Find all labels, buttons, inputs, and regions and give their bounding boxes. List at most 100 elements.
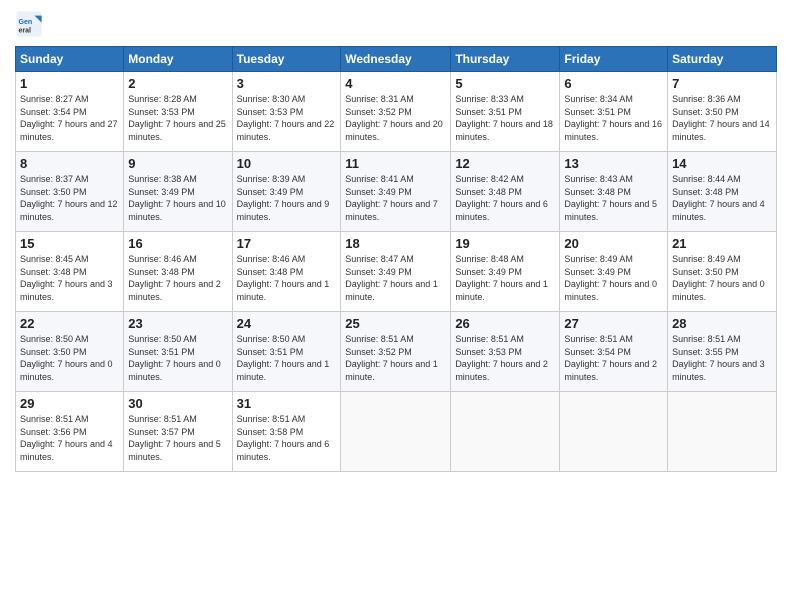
day-cell-16: 16 Sunrise: 8:46 AMSunset: 3:48 PMDayligh…: [124, 232, 232, 312]
day-cell-10: 10 Sunrise: 8:39 AMSunset: 3:49 PMDayligh…: [232, 152, 341, 232]
day-number: 8: [20, 156, 119, 171]
day-info: Sunrise: 8:51 AMSunset: 3:54 PMDaylight:…: [564, 333, 663, 383]
weekday-wednesday: Wednesday: [341, 47, 451, 72]
day-cell-14: 14 Sunrise: 8:44 AMSunset: 3:48 PMDayligh…: [668, 152, 777, 232]
week-row-1: 1Sunrise: 8:27 AMSunset: 3:54 PMDaylight…: [16, 72, 777, 152]
day-info: Sunrise: 8:45 AMSunset: 3:48 PMDaylight:…: [20, 253, 119, 303]
day-info: Sunrise: 8:49 AMSunset: 3:50 PMDaylight:…: [672, 253, 772, 303]
day-number: 4: [345, 76, 446, 91]
day-info: Sunrise: 8:49 AMSunset: 3:49 PMDaylight:…: [564, 253, 663, 303]
day-number: 21: [672, 236, 772, 251]
day-info: Sunrise: 8:43 AMSunset: 3:48 PMDaylight:…: [564, 173, 663, 223]
day-info: Sunrise: 8:47 AMSunset: 3:49 PMDaylight:…: [345, 253, 446, 303]
day-info: Sunrise: 8:48 AMSunset: 3:49 PMDaylight:…: [455, 253, 555, 303]
day-number: 7: [672, 76, 772, 91]
day-cell-2: 2 Sunrise: 8:28 AMSunset: 3:53 PMDaylight…: [124, 72, 232, 152]
day-cell-26: 26 Sunrise: 8:51 AMSunset: 3:53 PMDayligh…: [451, 312, 560, 392]
day-number: 22: [20, 316, 119, 331]
day-cell-1: 1Sunrise: 8:27 AMSunset: 3:54 PMDaylight…: [16, 72, 124, 152]
day-info: Sunrise: 8:33 AMSunset: 3:51 PMDaylight:…: [455, 93, 555, 143]
day-number: 16: [128, 236, 227, 251]
logo: Gen eral: [15, 10, 47, 38]
day-info: Sunrise: 8:50 AMSunset: 3:51 PMDaylight:…: [128, 333, 227, 383]
day-number: 26: [455, 316, 555, 331]
day-cell-5: 5Sunrise: 8:33 AMSunset: 3:51 PMDaylight…: [451, 72, 560, 152]
day-cell-30: 30 Sunrise: 8:51 AMSunset: 3:57 PMDayligh…: [124, 392, 232, 472]
day-cell-3: 3 Sunrise: 8:30 AMSunset: 3:53 PMDaylight…: [232, 72, 341, 152]
weekday-monday: Monday: [124, 47, 232, 72]
day-cell-22: 22 Sunrise: 8:50 AMSunset: 3:50 PMDayligh…: [16, 312, 124, 392]
day-cell-20: 20 Sunrise: 8:49 AMSunset: 3:49 PMDayligh…: [560, 232, 668, 312]
calendar-table: SundayMondayTuesdayWednesdayThursdayFrid…: [15, 46, 777, 472]
day-info: Sunrise: 8:51 AMSunset: 3:55 PMDaylight:…: [672, 333, 772, 383]
weekday-sunday: Sunday: [16, 47, 124, 72]
day-info: Sunrise: 8:51 AMSunset: 3:57 PMDaylight:…: [128, 413, 227, 463]
day-cell-21: 21 Sunrise: 8:49 AMSunset: 3:50 PMDayligh…: [668, 232, 777, 312]
day-cell-6: 6 Sunrise: 8:34 AMSunset: 3:51 PMDaylight…: [560, 72, 668, 152]
weekday-friday: Friday: [560, 47, 668, 72]
day-cell-31: 31 Sunrise: 8:51 AMSunset: 3:58 PMDayligh…: [232, 392, 341, 472]
day-info: Sunrise: 8:46 AMSunset: 3:48 PMDaylight:…: [128, 253, 227, 303]
weekday-saturday: Saturday: [668, 47, 777, 72]
day-number: 29: [20, 396, 119, 411]
day-info: Sunrise: 8:50 AMSunset: 3:51 PMDaylight:…: [237, 333, 337, 383]
day-cell-25: 25 Sunrise: 8:51 AMSunset: 3:52 PMDayligh…: [341, 312, 451, 392]
weekday-tuesday: Tuesday: [232, 47, 341, 72]
empty-cell: [668, 392, 777, 472]
day-cell-17: 17 Sunrise: 8:46 AMSunset: 3:48 PMDayligh…: [232, 232, 341, 312]
day-number: 24: [237, 316, 337, 331]
week-row-2: 8Sunrise: 8:37 AMSunset: 3:50 PMDaylight…: [16, 152, 777, 232]
day-info: Sunrise: 8:46 AMSunset: 3:48 PMDaylight:…: [237, 253, 337, 303]
weekday-header-row: SundayMondayTuesdayWednesdayThursdayFrid…: [16, 47, 777, 72]
day-number: 11: [345, 156, 446, 171]
day-info: Sunrise: 8:50 AMSunset: 3:50 PMDaylight:…: [20, 333, 119, 383]
day-cell-12: 12Sunrise: 8:42 AMSunset: 3:48 PMDayligh…: [451, 152, 560, 232]
day-number: 31: [237, 396, 337, 411]
day-cell-23: 23Sunrise: 8:50 AMSunset: 3:51 PMDayligh…: [124, 312, 232, 392]
day-info: Sunrise: 8:44 AMSunset: 3:48 PMDaylight:…: [672, 173, 772, 223]
day-info: Sunrise: 8:51 AMSunset: 3:52 PMDaylight:…: [345, 333, 446, 383]
empty-cell: [341, 392, 451, 472]
day-number: 14: [672, 156, 772, 171]
empty-cell: [451, 392, 560, 472]
week-row-4: 22 Sunrise: 8:50 AMSunset: 3:50 PMDayligh…: [16, 312, 777, 392]
day-cell-15: 15 Sunrise: 8:45 AMSunset: 3:48 PMDayligh…: [16, 232, 124, 312]
day-number: 9: [128, 156, 227, 171]
day-info: Sunrise: 8:38 AMSunset: 3:49 PMDaylight:…: [128, 173, 227, 223]
day-number: 6: [564, 76, 663, 91]
day-number: 25: [345, 316, 446, 331]
day-number: 3: [237, 76, 337, 91]
day-cell-8: 8Sunrise: 8:37 AMSunset: 3:50 PMDaylight…: [16, 152, 124, 232]
day-number: 12: [455, 156, 555, 171]
day-info: Sunrise: 8:31 AMSunset: 3:52 PMDaylight:…: [345, 93, 446, 143]
day-number: 30: [128, 396, 227, 411]
day-info: Sunrise: 8:30 AMSunset: 3:53 PMDaylight:…: [237, 93, 337, 143]
day-number: 20: [564, 236, 663, 251]
day-number: 28: [672, 316, 772, 331]
svg-text:eral: eral: [19, 27, 32, 34]
day-cell-29: 29 Sunrise: 8:51 AMSunset: 3:56 PMDayligh…: [16, 392, 124, 472]
week-row-3: 15 Sunrise: 8:45 AMSunset: 3:48 PMDayligh…: [16, 232, 777, 312]
logo-icon: Gen eral: [15, 10, 43, 38]
day-cell-27: 27 Sunrise: 8:51 AMSunset: 3:54 PMDayligh…: [560, 312, 668, 392]
day-cell-11: 11 Sunrise: 8:41 AMSunset: 3:49 PMDayligh…: [341, 152, 451, 232]
day-number: 15: [20, 236, 119, 251]
day-info: Sunrise: 8:51 AMSunset: 3:56 PMDaylight:…: [20, 413, 119, 463]
day-info: Sunrise: 8:41 AMSunset: 3:49 PMDaylight:…: [345, 173, 446, 223]
day-cell-7: 7 Sunrise: 8:36 AMSunset: 3:50 PMDaylight…: [668, 72, 777, 152]
page-header: Gen eral: [15, 10, 777, 38]
day-info: Sunrise: 8:36 AMSunset: 3:50 PMDaylight:…: [672, 93, 772, 143]
weekday-thursday: Thursday: [451, 47, 560, 72]
day-info: Sunrise: 8:51 AMSunset: 3:53 PMDaylight:…: [455, 333, 555, 383]
day-number: 2: [128, 76, 227, 91]
day-number: 17: [237, 236, 337, 251]
day-info: Sunrise: 8:34 AMSunset: 3:51 PMDaylight:…: [564, 93, 663, 143]
day-info: Sunrise: 8:51 AMSunset: 3:58 PMDaylight:…: [237, 413, 337, 463]
day-info: Sunrise: 8:39 AMSunset: 3:49 PMDaylight:…: [237, 173, 337, 223]
day-cell-19: 19 Sunrise: 8:48 AMSunset: 3:49 PMDayligh…: [451, 232, 560, 312]
day-number: 10: [237, 156, 337, 171]
day-info: Sunrise: 8:28 AMSunset: 3:53 PMDaylight:…: [128, 93, 227, 143]
svg-text:Gen: Gen: [19, 19, 33, 26]
day-number: 19: [455, 236, 555, 251]
day-number: 27: [564, 316, 663, 331]
